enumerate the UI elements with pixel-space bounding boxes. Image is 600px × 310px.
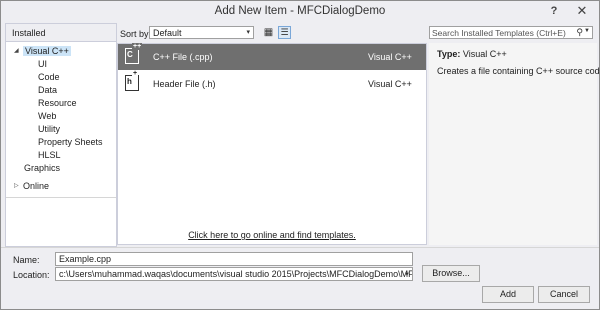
- add-button[interactable]: Add: [482, 286, 534, 303]
- tree-item-property-sheets[interactable]: Property Sheets: [38, 136, 103, 149]
- tree-header: Installed: [6, 24, 116, 42]
- dialog-title: Add New Item - MFCDialogDemo: [214, 5, 386, 17]
- location-label: Location:: [13, 270, 50, 280]
- search-box[interactable]: ⚲ ▼: [429, 26, 593, 39]
- tree-item-label: Online: [23, 181, 50, 191]
- tree-item-resource[interactable]: Resource: [38, 97, 77, 110]
- find-templates-online-link[interactable]: Click here to go online and find templat…: [118, 230, 426, 240]
- template-row-cpp-file[interactable]: ++ C C++ File (.cpp) Visual C++: [118, 43, 426, 70]
- template-details-pane: Type: Visual C++ Creates a file containi…: [429, 43, 600, 245]
- template-list: ++ C C++ File (.cpp) Visual C++ + h Head…: [117, 43, 427, 245]
- browse-button[interactable]: Browse...: [422, 265, 480, 282]
- search-input[interactable]: [430, 27, 582, 38]
- add-new-item-dialog: Add New Item - MFCDialogDemo ? ✕ Install…: [0, 0, 600, 310]
- template-name: Header File (.h): [153, 79, 216, 89]
- template-row-header-file[interactable]: + h Header File (.h) Visual C++: [118, 70, 426, 97]
- tree-item-graphics[interactable]: Graphics: [24, 162, 60, 175]
- list-view-icon[interactable]: ☰: [278, 26, 291, 39]
- tree-item-hlsl[interactable]: HLSL: [38, 149, 61, 162]
- template-language: Visual C++: [368, 79, 412, 89]
- grid-view-icon[interactable]: ▦: [263, 26, 274, 39]
- sort-by-label: Sort by:: [120, 29, 152, 39]
- title-bar: Add New Item - MFCDialogDemo ? ✕: [1, 1, 599, 23]
- tree-header-label: Installed: [12, 28, 46, 38]
- tree-item-code[interactable]: Code: [38, 71, 60, 84]
- sort-by-value: Default: [153, 28, 182, 38]
- tree-item-ui[interactable]: UI: [38, 58, 47, 71]
- expanded-arrow-icon[interactable]: ◢: [14, 45, 19, 58]
- location-field[interactable]: c:\Users\muhammad.waqas\documents\visual…: [55, 267, 413, 281]
- tree-item-data[interactable]: Data: [38, 84, 57, 97]
- template-type: Type: Visual C++: [437, 49, 507, 59]
- tree-item-visual-cpp[interactable]: ◢ Visual C++: [14, 45, 71, 58]
- template-name: C++ File (.cpp): [153, 52, 213, 62]
- tree-item-utility[interactable]: Utility: [38, 123, 60, 136]
- template-category-tree: Installed ◢ Visual C++ UI Code Data Reso…: [5, 23, 117, 247]
- search-icon[interactable]: ⚲: [576, 27, 583, 38]
- template-description: Creates a file containing C++ source cod…: [437, 66, 600, 76]
- cancel-button[interactable]: Cancel: [538, 286, 590, 303]
- location-value: c:\Users\muhammad.waqas\documents\visual…: [59, 269, 413, 279]
- bottom-divider: [1, 247, 599, 248]
- close-button[interactable]: ✕: [573, 3, 591, 19]
- header-file-icon: + h: [125, 70, 139, 91]
- collapsed-arrow-icon[interactable]: ▷: [14, 180, 19, 193]
- tree-item-web[interactable]: Web: [38, 110, 56, 123]
- sort-by-dropdown[interactable]: Default ▾: [149, 26, 254, 39]
- help-button[interactable]: ?: [547, 4, 561, 18]
- type-label: Type:: [437, 49, 461, 59]
- template-language: Visual C++: [368, 52, 412, 62]
- chevron-down-icon[interactable]: ▼: [404, 269, 410, 280]
- tree-item-label: Visual C++: [23, 46, 71, 56]
- cpp-file-icon: ++ C: [125, 43, 143, 64]
- name-field[interactable]: Example.cpp: [55, 252, 413, 266]
- chevron-down-icon: ▾: [246, 29, 250, 36]
- type-value: Visual C++: [462, 49, 507, 59]
- name-label: Name:: [13, 255, 40, 265]
- search-options-icon[interactable]: ▼: [584, 28, 590, 34]
- tree-item-online[interactable]: ▷ Online: [14, 180, 50, 193]
- tree-divider: [6, 197, 116, 198]
